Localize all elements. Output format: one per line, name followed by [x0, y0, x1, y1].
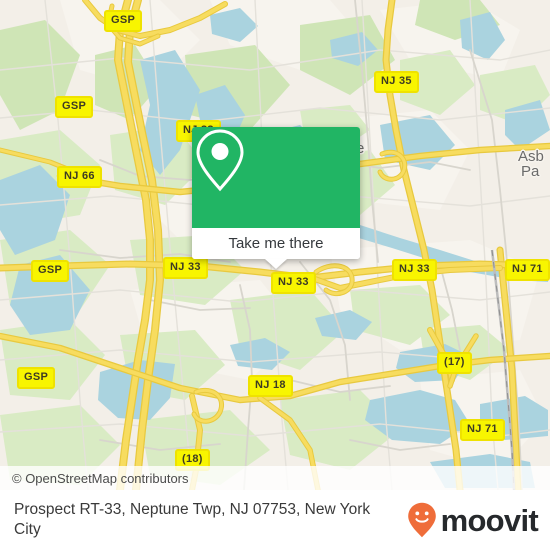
moovit-wordmark: moovit — [440, 502, 539, 538]
route-shield: NJ 35 — [374, 71, 419, 93]
route-shield: NJ 71 — [505, 259, 550, 281]
map-canvas[interactable]: .land{fill:#f3efe8;} .green{fill:#cfe5b6… — [0, 0, 550, 490]
route-shield: NJ 33 — [392, 259, 437, 281]
take-me-there-button[interactable]: Take me there — [192, 228, 360, 259]
map-pin-icon — [196, 129, 244, 192]
route-shield: NJ 66 — [57, 166, 102, 188]
footer-bar: Prospect RT-33, Neptune Twp, NJ 07753, N… — [0, 490, 550, 550]
route-shield: NJ 33 — [271, 272, 316, 294]
moovit-map-screenshot: .land{fill:#f3efe8;} .green{fill:#cfe5b6… — [0, 0, 550, 550]
route-shield: NJ 18 — [248, 375, 293, 397]
popup-image-area — [192, 127, 360, 228]
moovit-pin-smiley-icon — [407, 502, 436, 538]
route-shield: GSP — [104, 10, 143, 32]
moovit-logo[interactable]: moovit — [407, 502, 539, 538]
route-shield: GSP — [17, 367, 56, 389]
attribution-text: © OpenStreetMap contributors — [12, 470, 189, 486]
route-shield: (17) — [437, 352, 472, 374]
popup-pointer-tail — [265, 259, 287, 269]
take-me-there-label: Take me there — [228, 235, 324, 252]
place-label: Pa — [521, 163, 540, 180]
address-title: Prospect RT-33, Neptune Twp, NJ 07753, N… — [14, 500, 371, 538]
route-shield: NJ 33 — [163, 257, 208, 279]
route-shield: GSP — [55, 96, 94, 118]
map-attribution: © OpenStreetMap contributors — [0, 466, 550, 490]
route-shield: GSP — [31, 260, 70, 282]
route-shield: NJ 71 — [460, 419, 505, 441]
location-popup-card[interactable]: Take me there — [192, 127, 360, 269]
